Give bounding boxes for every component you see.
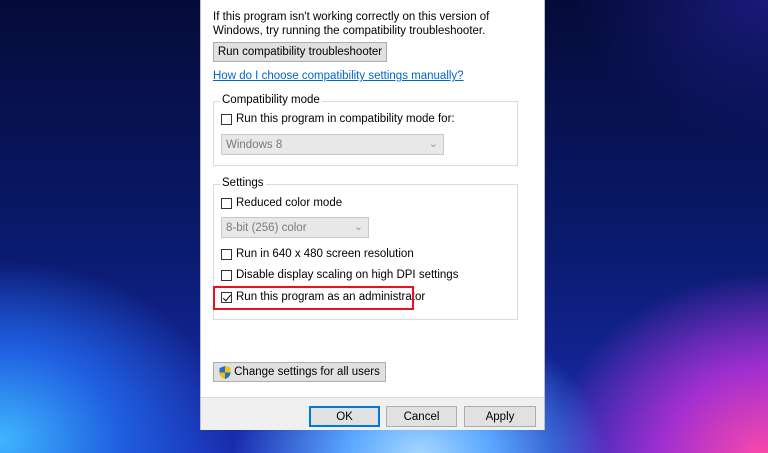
settings-title: Settings: [220, 177, 266, 189]
run-troubleshooter-button[interactable]: Run compatibility troubleshooter: [213, 42, 387, 62]
change-settings-all-users-button[interactable]: Change settings for all users: [213, 362, 386, 382]
windows-version-select: Windows 8 ⌄: [221, 134, 444, 155]
reduced-color-checkbox[interactable]: [221, 197, 232, 209]
chevron-down-icon: ⌄: [428, 138, 438, 150]
settings-group: Settings Reduced color mode 8-bit (256) …: [213, 177, 518, 320]
res-640-checkbox[interactable]: [221, 248, 232, 260]
reduced-color-label: Reduced color mode: [236, 197, 343, 209]
help-link[interactable]: How do I choose compatibility settings m…: [213, 70, 464, 82]
cancel-button[interactable]: Cancel: [386, 406, 457, 427]
uac-shield-icon: [219, 365, 231, 379]
dpi-scaling-row[interactable]: Disable display scaling on high DPI sett…: [221, 269, 458, 281]
dpi-scaling-label: Disable display scaling on high DPI sett…: [236, 269, 459, 281]
res-640-row[interactable]: Run in 640 x 480 screen resolution: [221, 248, 414, 260]
run-as-admin-row[interactable]: Run this program as an administrator: [221, 291, 425, 303]
compat-mode-label: Run this program in compatibility mode f…: [236, 113, 455, 125]
compatibility-mode-title: Compatibility mode: [220, 94, 322, 106]
reduced-color-row[interactable]: Reduced color mode: [221, 197, 342, 209]
res-640-label: Run in 640 x 480 screen resolution: [236, 248, 414, 260]
compat-mode-checkbox[interactable]: [221, 113, 232, 125]
run-as-admin-checkbox[interactable]: [221, 291, 232, 303]
windows-version-value: Windows 8: [226, 138, 283, 151]
intro-text: If this program isn't working correctly …: [213, 11, 490, 37]
dpi-scaling-checkbox[interactable]: [221, 269, 232, 281]
compatibility-dialog: If this program isn't working correctly …: [200, 0, 545, 430]
ok-button[interactable]: OK: [309, 406, 380, 427]
chevron-down-icon: ⌄: [353, 221, 363, 233]
change-settings-label: Change settings for all users: [234, 366, 380, 378]
compatibility-tab-panel: If this program isn't working correctly …: [201, 0, 544, 398]
compat-mode-checkbox-row[interactable]: Run this program in compatibility mode f…: [221, 113, 455, 125]
color-depth-select: 8-bit (256) color ⌄: [221, 217, 369, 238]
compatibility-mode-group: Compatibility mode Run this program in c…: [213, 94, 518, 166]
run-as-admin-label: Run this program as an administrator: [236, 291, 426, 303]
apply-button[interactable]: Apply: [464, 406, 536, 427]
color-depth-value: 8-bit (256) color: [226, 221, 307, 234]
